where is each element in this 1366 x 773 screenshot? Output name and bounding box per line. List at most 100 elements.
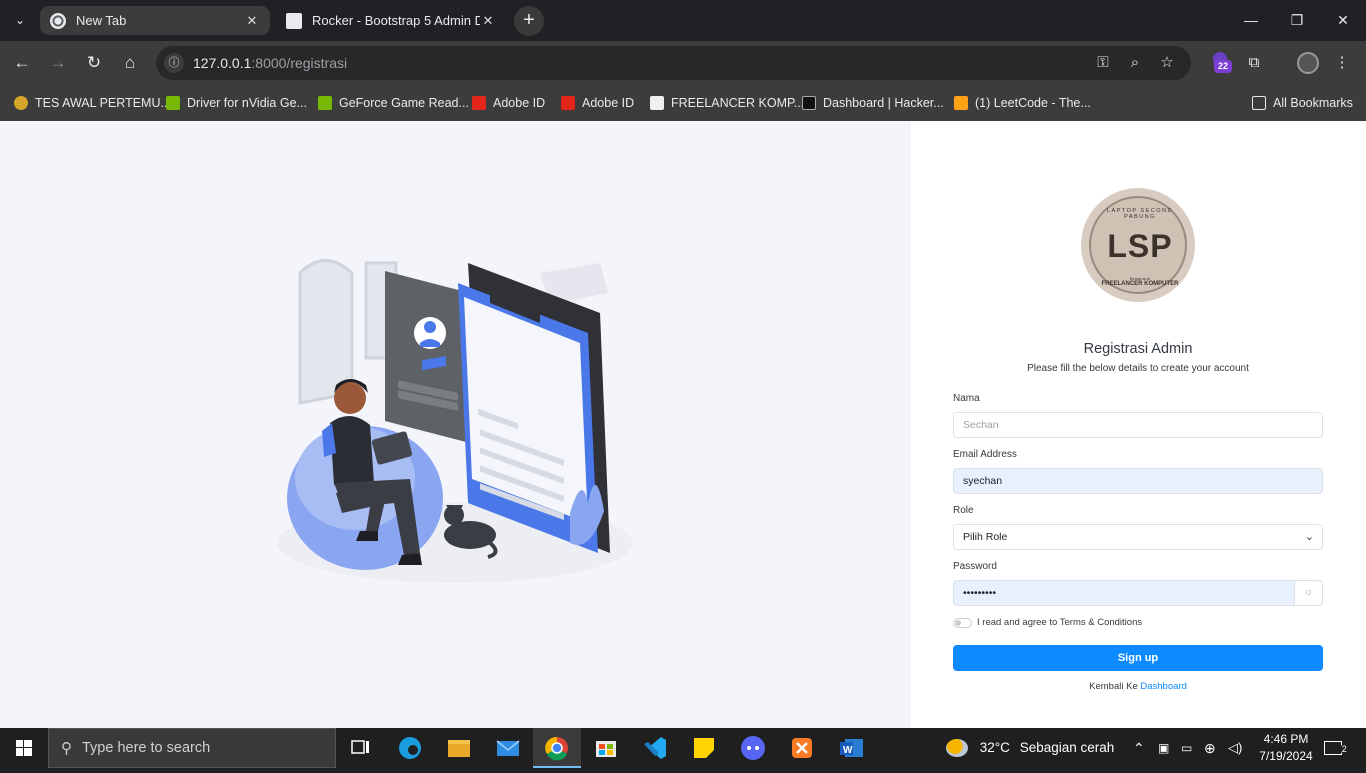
terms-toggle[interactable]: [953, 618, 972, 628]
word-icon[interactable]: W: [827, 728, 875, 768]
bookmark-item[interactable]: Driver for nVidia Ge...: [166, 93, 307, 113]
windows-start-icon[interactable]: [0, 728, 48, 768]
bookmarks-bar: TES AWAL PERTEMU... Driver for nVidia Ge…: [0, 85, 1366, 121]
registration-illustration: [277, 259, 633, 583]
battery-icon[interactable]: ▭: [1181, 728, 1192, 768]
email-field[interactable]: syechan: [953, 468, 1323, 494]
system-clock[interactable]: 4:46 PM 7/19/2024: [1252, 731, 1320, 765]
bookmark-item[interactable]: Adobe ID: [472, 93, 545, 113]
close-tab-icon[interactable]: ✕: [480, 13, 496, 29]
bookmark-item[interactable]: TES AWAL PERTEMU...: [14, 93, 171, 113]
windows-taskbar: ⚲ Type here to search W 32°C Sebagian ce…: [0, 728, 1366, 768]
password-key-icon[interactable]: ⚿: [1093, 53, 1113, 73]
url-text[interactable]: 127.0.0.1:8000/registrasi: [193, 55, 347, 71]
password-field[interactable]: ••••••••• ◌: [953, 580, 1323, 606]
search-placeholder: Type here to search: [82, 740, 211, 756]
taskbar-search-input[interactable]: ⚲ Type here to search: [48, 728, 336, 768]
all-bookmarks[interactable]: All Bookmarks: [1252, 93, 1353, 113]
freelancer-favicon-icon: [650, 96, 664, 110]
bookmark-item[interactable]: GeForce Game Read...: [318, 93, 469, 113]
chrome-menu-icon[interactable]: ⋮: [1329, 50, 1355, 76]
tab-title: Rocker - Bootstrap 5 Admin Da: [312, 13, 480, 28]
adobe-icon: [472, 96, 486, 110]
terms-label: I read and agree to Terms & Conditions: [977, 617, 1143, 628]
logo-text: LSP: [1107, 228, 1173, 264]
logo-arc-text: LAPTOP SECOND PABUNG: [1106, 208, 1174, 220]
home-icon[interactable]: ⌂: [117, 50, 143, 76]
logo-badge: LAPTOP SECOND PABUNG LSP Bersama di FREE…: [1089, 196, 1187, 294]
close-window-icon[interactable]: ✕: [1320, 0, 1366, 41]
meet-now-icon[interactable]: ▣: [1158, 728, 1169, 768]
weather-temp: 32°C: [979, 740, 1010, 755]
chrome-icon: [50, 12, 66, 29]
store-icon[interactable]: [582, 728, 630, 768]
email-label: Email Address: [953, 449, 1017, 460]
hero-panel: [0, 121, 911, 728]
hackerrank-icon: [802, 96, 816, 110]
signup-button[interactable]: Sign up: [953, 645, 1323, 671]
restore-icon[interactable]: ❐: [1274, 0, 1320, 41]
bookmark-star-icon[interactable]: ☆: [1157, 53, 1177, 73]
nvidia-icon: [318, 96, 332, 110]
back-icon[interactable]: ←: [9, 50, 35, 76]
extension-badge: 22: [1214, 60, 1232, 73]
tab-new-tab[interactable]: New Tab ✕: [40, 6, 270, 35]
clock-date: 7/19/2024: [1259, 749, 1313, 763]
notification-icon[interactable]: 2: [1324, 728, 1349, 768]
search-icon: ⚲: [61, 740, 72, 757]
extensions-icon[interactable]: ⧉: [1241, 50, 1267, 76]
chevron-down-icon: ⌄: [1304, 531, 1314, 543]
mail-icon[interactable]: [484, 728, 532, 768]
reload-icon[interactable]: ↻: [81, 50, 107, 76]
vscode-icon[interactable]: [631, 728, 679, 768]
role-selected-value: Pilih Role: [963, 531, 1008, 543]
bookmark-item[interactable]: (1) LeetCode - The...: [954, 93, 1091, 113]
registration-page: LAPTOP SECOND PABUNG LSP Bersama di FREE…: [0, 121, 1366, 728]
chrome-taskbar-icon[interactable]: [533, 728, 581, 768]
hide-password-icon[interactable]: ◌: [1294, 581, 1322, 605]
leetcode-icon: [954, 96, 968, 110]
browser-toolbar: ← → ↻ ⌂ ⓘ 127.0.0.1:8000/registrasi ⚿ ⌕ …: [0, 41, 1366, 85]
tab-rocker[interactable]: Rocker - Bootstrap 5 Admin Da ✕: [276, 6, 506, 35]
forward-icon[interactable]: →: [45, 50, 71, 76]
volume-icon[interactable]: ◁): [1228, 728, 1242, 768]
file-explorer-icon[interactable]: [435, 728, 483, 768]
bookmark-item[interactable]: FREELANCER KOMP...: [650, 93, 804, 113]
bookmark-item[interactable]: Dashboard | Hacker...: [802, 93, 944, 113]
dashboard-link[interactable]: Dashboard: [1140, 681, 1186, 692]
tab-search-menu-icon[interactable]: ⌄: [8, 8, 32, 32]
lsp-logo: LAPTOP SECOND PABUNG LSP Bersama di FREE…: [1081, 188, 1195, 302]
discord-icon[interactable]: [729, 728, 777, 768]
zoom-icon[interactable]: ⌕: [1125, 53, 1145, 73]
new-tab-button[interactable]: +: [514, 6, 544, 36]
task-view-icon[interactable]: [336, 728, 384, 768]
partly-sunny-icon: [946, 739, 968, 758]
tab-strip: ⌄ New Tab ✕ Rocker - Bootstrap 5 Admin D…: [0, 0, 1366, 41]
close-tab-icon[interactable]: ✕: [244, 13, 260, 29]
sticky-notes-icon[interactable]: [680, 728, 728, 768]
role-select[interactable]: Pilih Role ⌄: [953, 524, 1323, 550]
name-field[interactable]: Sechan: [953, 412, 1323, 438]
show-hidden-icons-chevron-icon[interactable]: ⌃: [1133, 728, 1145, 768]
xampp-icon[interactable]: [778, 728, 826, 768]
address-bar[interactable]: ⓘ 127.0.0.1:8000/registrasi ⚿ ⌕ ☆: [156, 46, 1191, 80]
weather-widget[interactable]: 32°C Sebagian cerah: [946, 728, 1114, 768]
weather-desc: Sebagian cerah: [1019, 740, 1115, 755]
profile-avatar[interactable]: [1297, 52, 1319, 74]
svg-text:W: W: [843, 745, 853, 756]
password-value: •••••••••: [963, 587, 997, 599]
edge-icon[interactable]: [386, 728, 434, 768]
form-title: Registrasi Admin: [1083, 341, 1193, 357]
network-icon[interactable]: ⊕: [1204, 728, 1216, 768]
minimize-icon[interactable]: —: [1228, 0, 1274, 41]
tab-title: New Tab: [76, 13, 127, 28]
password-label: Password: [953, 561, 997, 572]
bookmark-item[interactable]: Adobe ID: [561, 93, 634, 113]
logo-subtitle: Bersama di FREELANCER KOMPUTER: [1101, 276, 1179, 287]
adobe-icon: [561, 96, 575, 110]
nvidia-icon: [166, 96, 180, 110]
clock-time: 4:46 PM: [1263, 732, 1309, 746]
notification-count: 2: [1339, 744, 1349, 754]
form-subtitle: Please fill the below details to create …: [1027, 363, 1249, 374]
site-info-icon[interactable]: ⓘ: [164, 53, 184, 73]
